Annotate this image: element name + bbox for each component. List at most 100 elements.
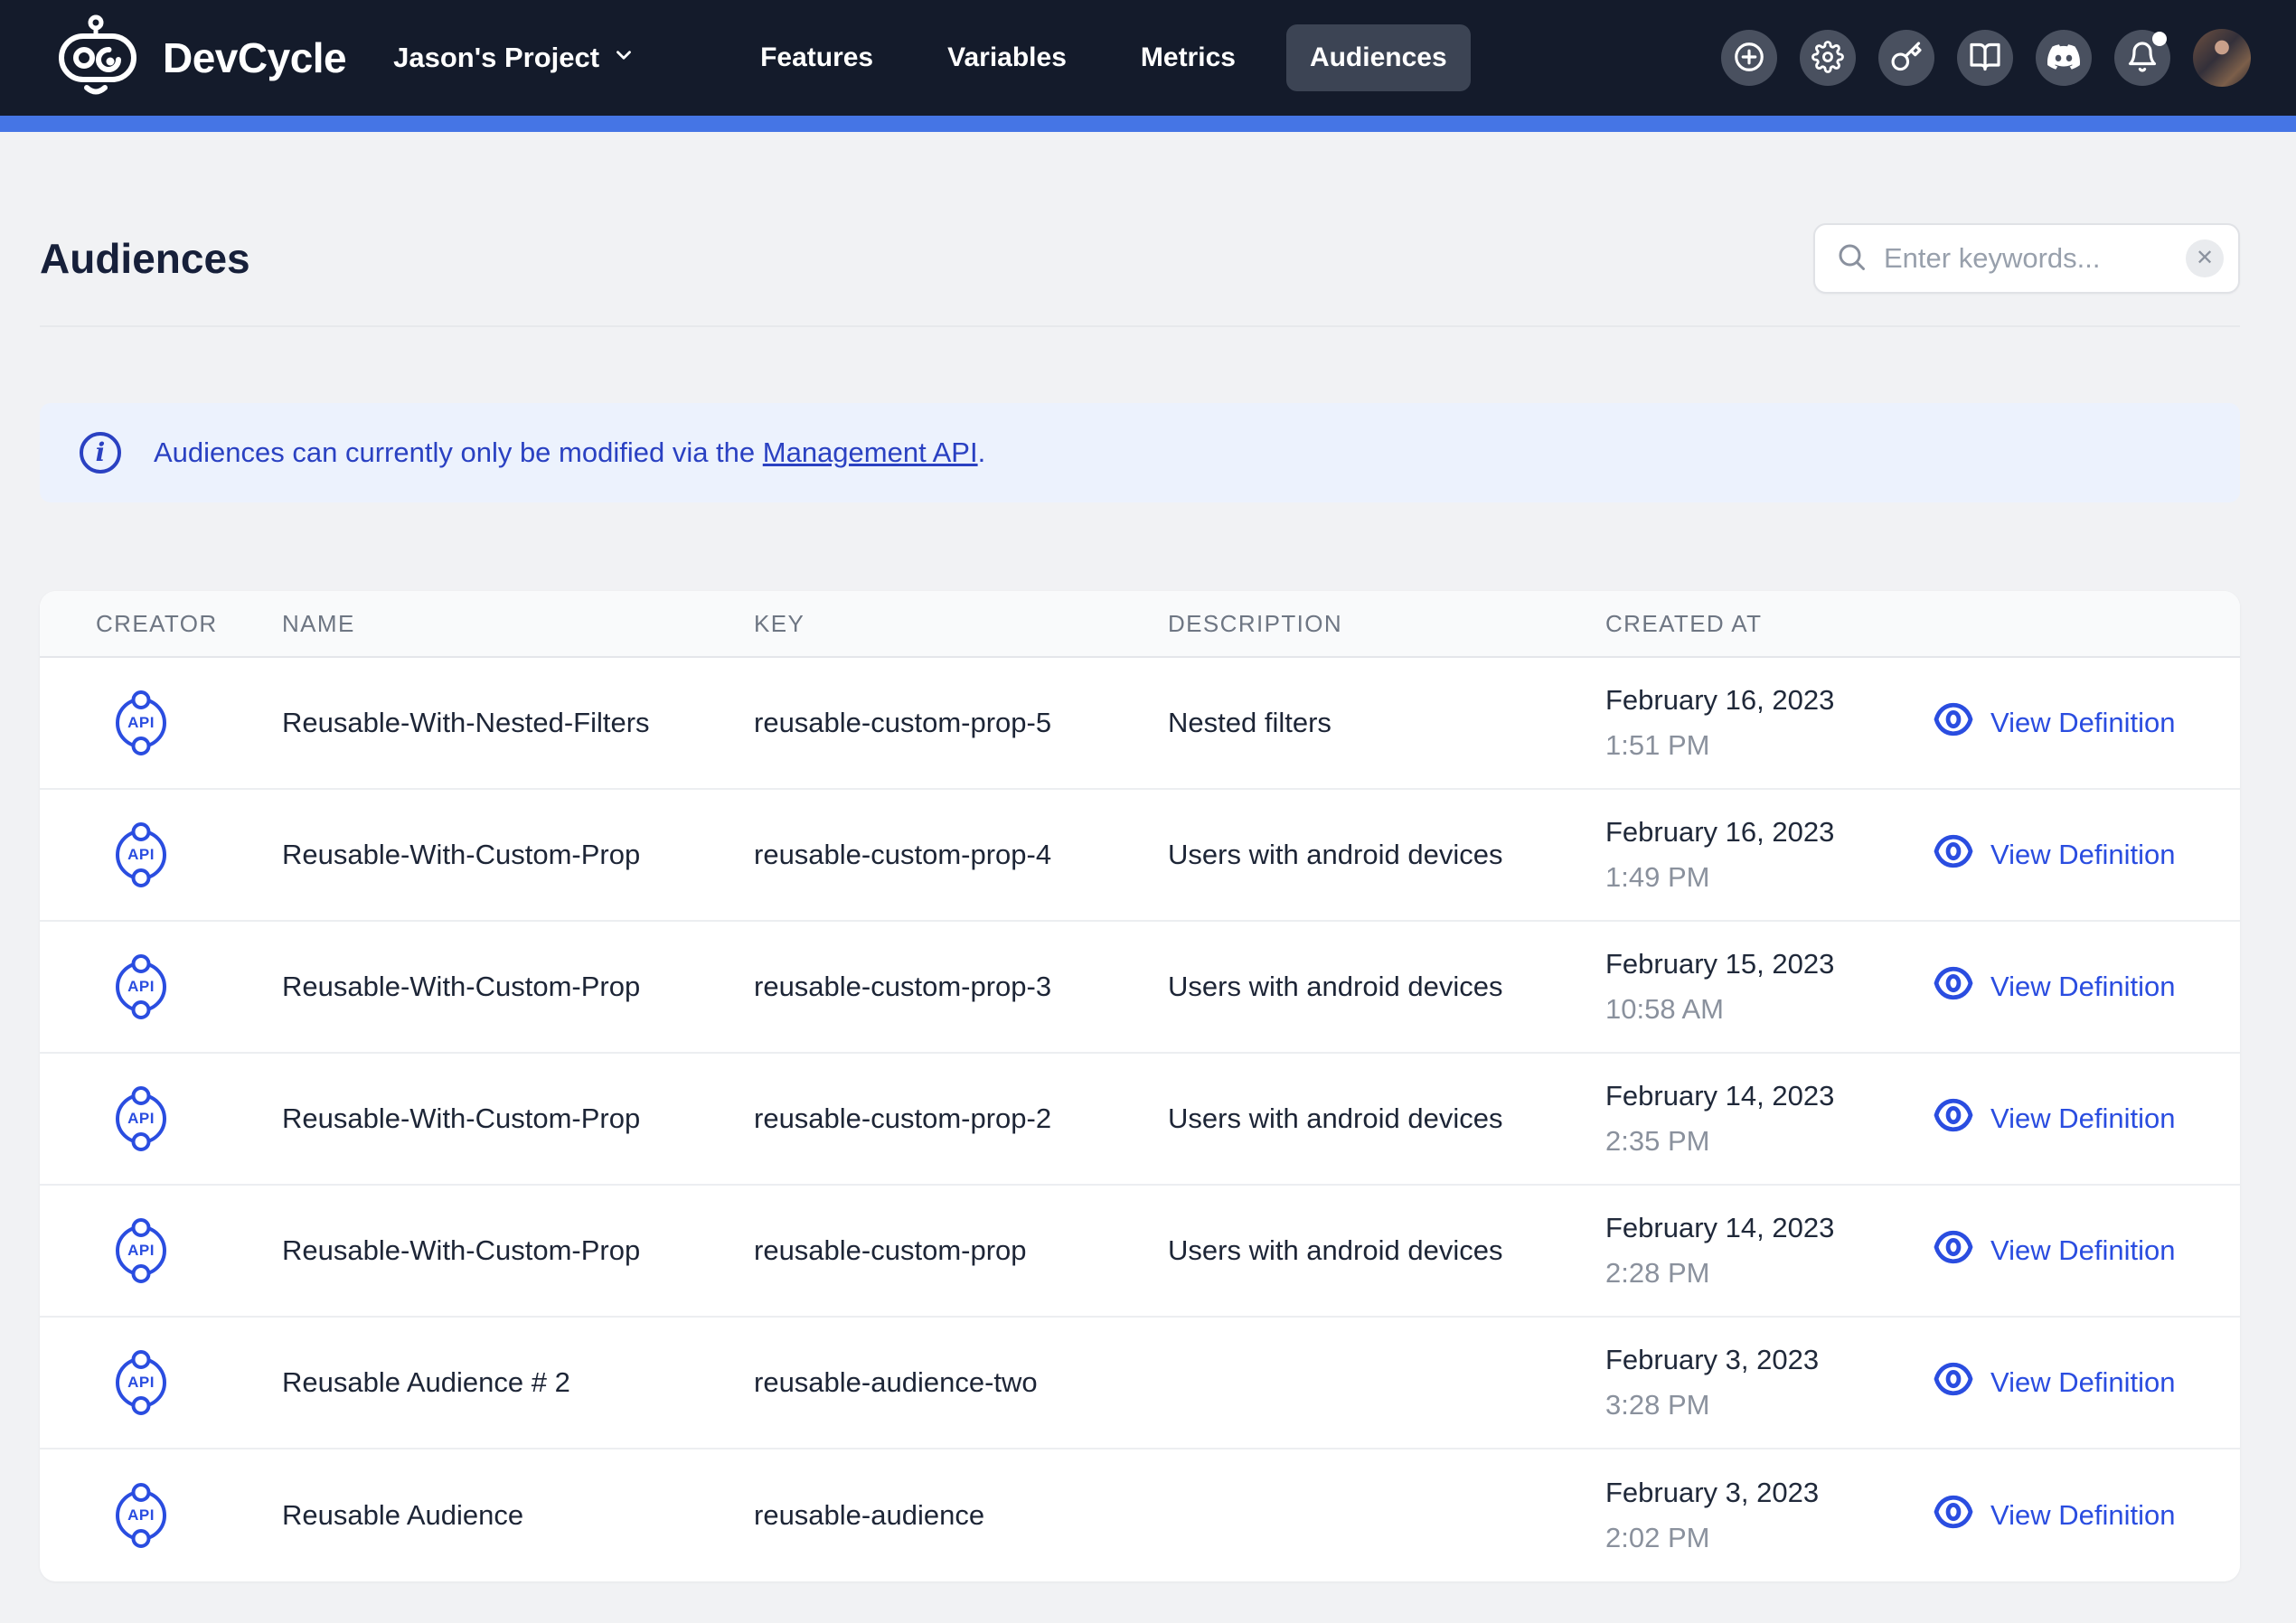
created-at-cell: February 14, 2023 2:35 PM: [1605, 1080, 1933, 1158]
creator-cell: API: [40, 962, 282, 1012]
nav-item-variables[interactable]: Variables: [924, 24, 1090, 91]
table-row: API Reusable-With-Custom-Prop reusable-c…: [40, 1186, 2240, 1318]
table-row: API Reusable-With-Nested-Filters reusabl…: [40, 658, 2240, 790]
created-date: February 3, 2023: [1605, 1477, 1933, 1509]
nav-item-audiences[interactable]: Audiences: [1286, 24, 1471, 91]
actions-cell: View Definition: [1933, 699, 2240, 747]
created-time: 2:02 PM: [1605, 1522, 1933, 1554]
devcycle-robot-logo-icon: [54, 14, 141, 102]
notification-badge: [2152, 32, 2167, 46]
audience-key: reusable-audience: [754, 1499, 1168, 1532]
view-definition-link[interactable]: View Definition: [1933, 962, 2240, 1011]
api-creator-icon: API: [116, 1357, 166, 1408]
bell-icon: [2126, 41, 2159, 76]
table-body: API Reusable-With-Nested-Filters reusabl…: [40, 658, 2240, 1581]
audience-name: Reusable-With-Custom-Prop: [282, 839, 754, 871]
view-definition-link[interactable]: View Definition: [1933, 1226, 2240, 1275]
view-definition-link[interactable]: View Definition: [1933, 1491, 2240, 1540]
audience-name: Reusable-With-Custom-Prop: [282, 1234, 754, 1267]
eye-icon: [1933, 1358, 1974, 1407]
view-definition-label: View Definition: [1990, 839, 2175, 871]
key-icon: [1890, 41, 1923, 76]
info-banner: i Audiences can currently only be modifi…: [40, 403, 2240, 502]
brand-name: DevCycle: [163, 33, 346, 82]
project-name: Jason's Project: [393, 42, 599, 74]
actions-cell: View Definition: [1933, 830, 2240, 879]
column-header-created-at: CREATED AT: [1605, 610, 1933, 638]
column-header-name: NAME: [282, 610, 754, 638]
created-at-cell: February 15, 2023 10:58 AM: [1605, 948, 1933, 1026]
settings-button[interactable]: [1800, 30, 1856, 86]
actions-cell: View Definition: [1933, 1094, 2240, 1143]
audience-name: Reusable-With-Nested-Filters: [282, 707, 754, 739]
close-icon: ✕: [2196, 248, 2214, 269]
creator-cell: API: [40, 1093, 282, 1144]
discord-button[interactable]: [2036, 30, 2092, 86]
api-keys-button[interactable]: [1878, 30, 1934, 86]
actions-cell: View Definition: [1933, 1226, 2240, 1275]
create-button[interactable]: [1721, 30, 1777, 86]
table-header-row: CREATOR NAME KEY DESCRIPTION CREATED AT: [40, 591, 2240, 658]
view-definition-label: View Definition: [1990, 1102, 2175, 1135]
creator-cell: API: [40, 1225, 282, 1276]
chevron-down-icon: [612, 42, 635, 74]
created-date: February 15, 2023: [1605, 948, 1933, 980]
clear-search-button[interactable]: ✕: [2186, 239, 2224, 277]
nav-item-features[interactable]: Features: [737, 24, 897, 91]
table-row: API Reusable Audience reusable-audience …: [40, 1449, 2240, 1581]
table-row: API Reusable-With-Custom-Prop reusable-c…: [40, 1054, 2240, 1186]
book-icon: [1969, 41, 2001, 76]
audience-name: Reusable Audience # 2: [282, 1366, 754, 1399]
user-avatar[interactable]: [2193, 29, 2251, 87]
audience-name: Reusable-With-Custom-Prop: [282, 971, 754, 1003]
view-definition-label: View Definition: [1990, 1366, 2175, 1399]
management-api-link[interactable]: Management API: [763, 436, 978, 468]
created-at-cell: February 3, 2023 3:28 PM: [1605, 1344, 1933, 1421]
created-time: 2:35 PM: [1605, 1125, 1933, 1158]
table-row: API Reusable Audience # 2 reusable-audie…: [40, 1318, 2240, 1449]
brand[interactable]: DevCycle: [54, 14, 346, 102]
actions-cell: View Definition: [1933, 1358, 2240, 1407]
created-time: 10:58 AM: [1605, 993, 1933, 1026]
discord-icon: [2047, 41, 2080, 76]
view-definition-label: View Definition: [1990, 707, 2175, 739]
nav-item-metrics[interactable]: Metrics: [1117, 24, 1259, 91]
column-header-key: KEY: [754, 610, 1168, 638]
view-definition-link[interactable]: View Definition: [1933, 1094, 2240, 1143]
audience-description: Users with android devices: [1168, 971, 1605, 1003]
created-at-cell: February 14, 2023 2:28 PM: [1605, 1212, 1933, 1290]
eye-icon: [1933, 699, 1974, 747]
notifications-button[interactable]: [2114, 30, 2170, 86]
audience-name: Reusable Audience: [282, 1499, 754, 1532]
search-input[interactable]: [1884, 242, 2186, 275]
page-title: Audiences: [40, 234, 250, 283]
created-date: February 16, 2023: [1605, 816, 1933, 849]
main-content: Audiences ✕ i Audiences can currently on…: [0, 132, 2296, 1581]
creator-cell: API: [40, 698, 282, 748]
api-creator-icon: API: [116, 830, 166, 880]
view-definition-link[interactable]: View Definition: [1933, 699, 2240, 747]
api-creator-icon: API: [116, 1093, 166, 1144]
view-definition-link[interactable]: View Definition: [1933, 1358, 2240, 1407]
view-definition-label: View Definition: [1990, 1234, 2175, 1267]
info-icon: i: [80, 432, 121, 474]
view-definition-link[interactable]: View Definition: [1933, 830, 2240, 879]
top-navbar: DevCycle Jason's Project Features Variab…: [0, 0, 2296, 116]
docs-button[interactable]: [1957, 30, 2013, 86]
actions-cell: View Definition: [1933, 1491, 2240, 1540]
project-selector-dropdown[interactable]: Jason's Project: [393, 42, 635, 74]
audience-key: reusable-custom-prop-5: [754, 707, 1168, 739]
audience-description: Users with android devices: [1168, 1102, 1605, 1135]
audience-key: reusable-custom-prop: [754, 1234, 1168, 1267]
page-progress-bar: [0, 116, 2296, 132]
created-date: February 14, 2023: [1605, 1212, 1933, 1244]
gear-icon: [1811, 41, 1844, 76]
search-icon: [1835, 240, 1868, 277]
audience-key: reusable-custom-prop-4: [754, 839, 1168, 871]
audience-description: Nested filters: [1168, 707, 1605, 739]
api-creator-icon: API: [116, 698, 166, 748]
created-at-cell: February 3, 2023 2:02 PM: [1605, 1477, 1933, 1554]
creator-cell: API: [40, 1357, 282, 1408]
api-creator-icon: API: [116, 962, 166, 1012]
created-at-cell: February 16, 2023 1:49 PM: [1605, 816, 1933, 894]
